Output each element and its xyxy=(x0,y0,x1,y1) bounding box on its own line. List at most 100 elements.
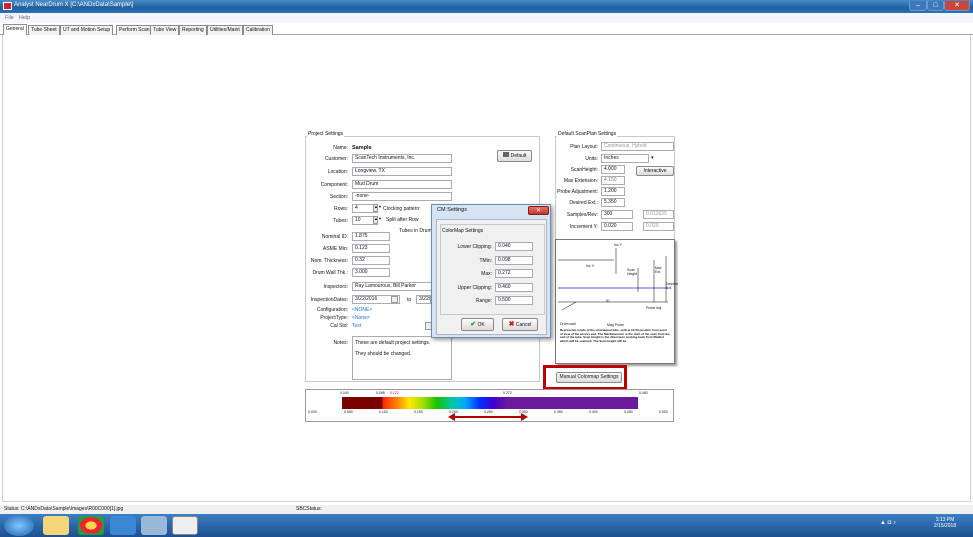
scan-height-field[interactable]: 4.000 xyxy=(601,165,625,174)
section-field[interactable]: -none- xyxy=(352,192,452,201)
bottom-tick: 0.500 xyxy=(659,410,668,414)
max-extension-field[interactable]: 4.150 xyxy=(601,176,625,185)
location-field[interactable]: Longview, TX xyxy=(352,167,452,176)
x-icon: ✖ xyxy=(508,321,515,328)
tab-calibration[interactable]: Calibration xyxy=(243,25,273,35)
date-to-field[interactable]: 3/22/ xyxy=(416,295,431,304)
tab-utilities[interactable]: Utilities/Maint xyxy=(207,25,243,35)
tab-tube-sheet[interactable]: Tube Sheet xyxy=(28,25,60,35)
taskbar: ▲ ◘ ♪ 3:13 PM 2/15/2018 xyxy=(0,514,973,537)
bottom-tick: 0.400 xyxy=(589,410,598,414)
top-tick-mid: 0.122 xyxy=(390,391,399,395)
tab-reporting[interactable]: Reporting xyxy=(179,25,207,35)
ok-button[interactable]: ✔ OK xyxy=(461,318,494,331)
rows-label: Rows: xyxy=(334,206,348,212)
cm-settings-dialog: CM Settings ✕ ColorMap Settings Lower Cl… xyxy=(431,204,551,338)
tab-tube-view[interactable]: Tube View xyxy=(150,25,180,35)
minimize-button[interactable]: – xyxy=(909,1,927,11)
title-bar: Analyst NearDrum X [C:\ANDxData\Sample\]… xyxy=(0,0,973,13)
diagram-desired-ext: Desired Ext. xyxy=(666,282,679,290)
interactive-button[interactable]: Interactive xyxy=(636,166,674,176)
units-select[interactable]: Inches xyxy=(601,154,649,163)
configuration-label: Configuration: xyxy=(316,307,348,313)
tab-general[interactable]: General xyxy=(3,24,27,35)
dialog-close-button[interactable]: ✕ xyxy=(528,206,549,215)
bottom-tick: 0.450 xyxy=(624,410,633,414)
close-button[interactable]: ✕ xyxy=(944,1,970,11)
clock[interactable]: 3:13 PM 2/15/2018 xyxy=(918,517,972,529)
dialog-title: CM Settings xyxy=(437,207,467,213)
top-tick-max: 0.272 xyxy=(503,391,512,395)
units-dropdown-icon[interactable]: ▾ xyxy=(651,155,654,161)
tmin-field[interactable]: 0.098 xyxy=(495,256,533,265)
sbc-status: SBCStatus: xyxy=(296,506,322,512)
tray-icons[interactable]: ▲ ◘ ♪ xyxy=(880,520,908,530)
component-field[interactable]: Mud Drum xyxy=(352,180,452,189)
app-icon xyxy=(3,2,12,10)
component-label: Component: xyxy=(320,182,348,188)
rows-spinner[interactable]: ▲▼ xyxy=(373,204,382,212)
increment-select[interactable]: 0.020 xyxy=(601,222,633,231)
tab-perform-scan[interactable]: Perform Scan xyxy=(116,25,153,35)
analyst-app-icon[interactable] xyxy=(172,516,198,535)
chrome-icon[interactable] xyxy=(78,516,104,535)
bottom-tick: 0.150 xyxy=(414,410,423,414)
section-label: Section: xyxy=(329,194,348,200)
inspectors-field[interactable]: Ray Lamouroux, Bill Parker xyxy=(352,282,432,291)
project-type-link[interactable]: <None> xyxy=(352,315,370,321)
customer-field[interactable]: ScanTech Instruments, Inc. xyxy=(352,154,452,163)
calendar-icon[interactable] xyxy=(391,296,398,303)
nom-thickness-field[interactable]: 0.32 xyxy=(352,256,390,265)
cancel-button[interactable]: ✖ Cancel xyxy=(502,318,538,331)
tubes-spinner[interactable]: ▲▼ xyxy=(373,216,382,224)
default-button-label: Default xyxy=(510,153,527,159)
upper-clipping-field[interactable]: 0.460 xyxy=(495,283,533,292)
max-field[interactable]: 0.272 xyxy=(495,269,533,278)
publisher-icon[interactable] xyxy=(110,516,136,535)
default-button[interactable]: Default xyxy=(497,150,532,162)
range-arrow-icon xyxy=(448,413,528,421)
top-tick-lower: 0.040 xyxy=(340,391,349,395)
tab-ut-motion-setup[interactable]: UT and Motion Setup xyxy=(60,25,114,35)
asme-min-field[interactable]: 0.123 xyxy=(352,244,390,253)
lower-clipping-field[interactable]: 0.040 xyxy=(495,242,533,251)
plan-layout-select[interactable]: Continuous, Hybrid xyxy=(601,142,674,151)
explorer-icon[interactable] xyxy=(43,516,69,535)
window-switch-icon[interactable] xyxy=(141,516,167,535)
menu-file[interactable]: File xyxy=(5,15,14,21)
dates-label: InspectionDates: xyxy=(310,297,348,303)
notes-field[interactable]: These are default project settings. They… xyxy=(352,336,452,380)
cancel-label: Cancel xyxy=(515,322,532,328)
range-field[interactable]: 0.500 xyxy=(495,296,533,305)
scanplan-title: Default ScanPlan Settings xyxy=(557,131,618,137)
manual-colormap-button[interactable]: Manual Colormap Settings xyxy=(556,372,622,383)
date-to-label: to xyxy=(407,297,412,303)
nominal-id-label: Nominal ID: xyxy=(321,234,348,240)
desired-ext-field[interactable]: 5.350 xyxy=(601,198,625,207)
clocking-label: Clocking pattern: xyxy=(383,206,421,212)
check-icon: ✔ xyxy=(470,321,477,328)
probe-adjust-field[interactable]: 1.200 xyxy=(601,187,625,196)
menu-help[interactable]: Help xyxy=(19,15,30,21)
cal-std-link[interactable]: Test xyxy=(352,323,361,329)
nominal-id-field[interactable]: 1.875 xyxy=(352,232,390,241)
diagram-incy: Inc Y xyxy=(614,243,622,247)
dialog-body: ColorMap Settings Lower Clipping: 0.040 … xyxy=(436,219,547,335)
samples-select[interactable]: 300 xyxy=(601,210,633,219)
drum-wall-label: Drum Wall Thk.: xyxy=(312,270,348,276)
default-icon xyxy=(502,152,509,157)
colormap-settings-title: ColorMap Settings xyxy=(442,228,484,234)
top-tick-tmin: 0.098 xyxy=(376,391,385,395)
diagram-max-ext: Max Ext. xyxy=(655,266,662,274)
configuration-link[interactable]: <NONE> xyxy=(352,307,372,313)
diagram-note: Represents inside of the unwrapped tube,… xyxy=(560,328,670,343)
probe-adjust-label: Probe Adjustment: xyxy=(557,189,598,195)
clock-date: 2/15/2018 xyxy=(933,523,957,529)
project-type-label: ProjectType: xyxy=(320,315,348,321)
samples-calc: 0.013635 xyxy=(643,210,674,219)
start-button[interactable] xyxy=(4,515,34,536)
units-label: Units: xyxy=(585,156,598,162)
drum-wall-field[interactable]: 3.000 xyxy=(352,268,390,277)
maximize-button[interactable]: □ xyxy=(927,1,944,11)
tubes-in-drum-label: Tubes in Drum xyxy=(399,228,432,234)
